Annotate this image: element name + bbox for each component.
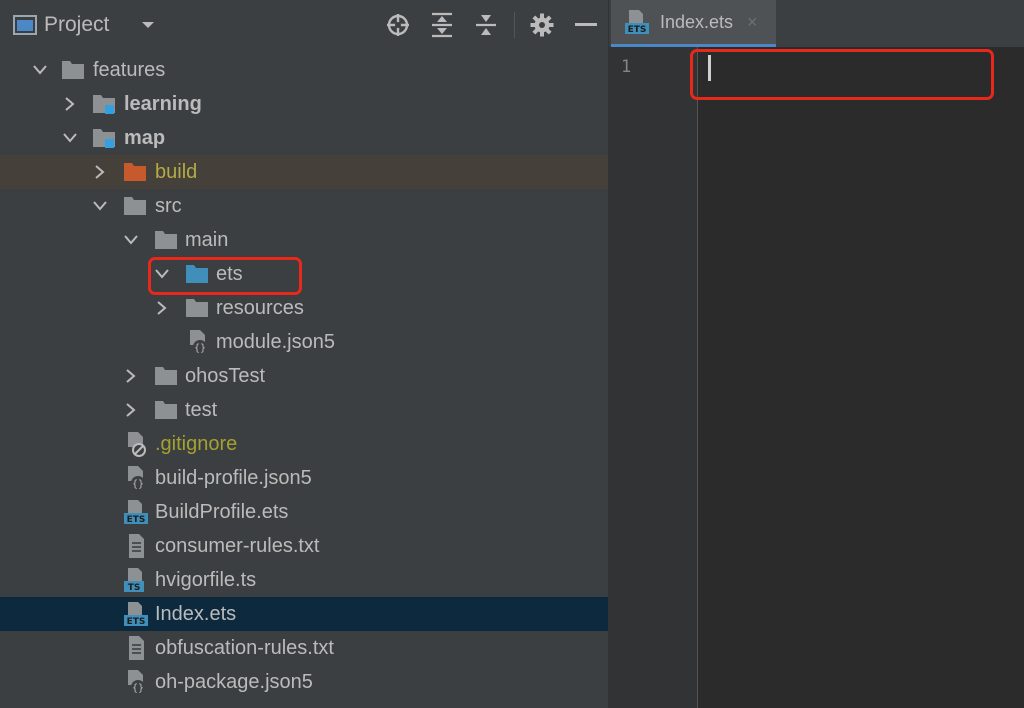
ets-file-icon: ETS <box>124 597 148 631</box>
tree-item-label: features <box>93 59 166 81</box>
svg-text:{}: {} <box>132 479 144 490</box>
line-number-gutter: 1 <box>609 47 698 708</box>
chevron-down-icon[interactable] <box>30 53 50 87</box>
ts-file-icon: TS <box>124 563 148 597</box>
svg-text:TS: TS <box>128 583 141 593</box>
project-panel: Project features learning map build src … <box>0 0 608 708</box>
tree-item-label: BuildProfile.ets <box>155 501 289 523</box>
tab-label: Index.ets <box>660 11 734 32</box>
tree-item-label: hvigorfile.ts <box>155 569 257 591</box>
tree-item-main[interactable]: main <box>0 223 608 257</box>
tab-index-ets[interactable]: ETS Index.ets × <box>611 0 776 47</box>
tree-item-features[interactable]: features <box>0 53 608 87</box>
project-window-icon <box>12 0 38 50</box>
chevron-right-icon[interactable] <box>90 155 110 189</box>
json-file-icon: {} <box>186 325 210 359</box>
json-file-icon: {} <box>124 461 148 495</box>
tree-item-label: .gitignore <box>155 433 238 455</box>
expand-all-icon[interactable] <box>428 0 456 50</box>
tree-item-label: build <box>155 161 198 183</box>
code-editor[interactable] <box>698 47 1024 708</box>
chevron-down-icon[interactable] <box>136 0 160 50</box>
tree-item-label: ohosTest <box>185 365 266 387</box>
editor-tab-bar: ETS Index.ets × <box>609 0 1024 47</box>
ignore-file-icon <box>124 427 148 461</box>
tree-item-gitignore[interactable]: .gitignore <box>0 427 608 461</box>
chevron-right-icon[interactable] <box>60 87 80 121</box>
excluded-folder-icon <box>123 155 147 189</box>
tree-item-label: main <box>185 229 229 251</box>
tree-item-module-json5[interactable]: {} module.json5 <box>0 325 608 359</box>
folder-icon <box>123 189 147 223</box>
folder-icon <box>185 291 209 325</box>
tree-item-build[interactable]: build <box>0 155 608 189</box>
svg-text:ETS: ETS <box>127 515 146 525</box>
tree-item-consumer-rules[interactable]: consumer-rules.txt <box>0 529 608 563</box>
chevron-down-icon[interactable] <box>60 121 80 155</box>
close-icon[interactable]: × <box>747 12 758 33</box>
project-view-title[interactable]: Project <box>44 0 109 50</box>
module-icon <box>92 87 116 121</box>
json-file-icon: {} <box>124 665 148 699</box>
ets-file-icon: ETS <box>625 8 649 36</box>
editor-pane: ETS Index.ets × 1 <box>608 0 1024 708</box>
gear-icon[interactable] <box>528 0 556 50</box>
tree-item-label: resources <box>216 297 304 319</box>
tree-item-label: test <box>185 399 218 421</box>
chevron-right-icon[interactable] <box>121 359 141 393</box>
project-tree: features learning map build src main ets… <box>0 53 608 699</box>
tree-item-label: src <box>155 195 182 217</box>
tree-item-hvigorfile-ts[interactable]: TS hvigorfile.ts <box>0 563 608 597</box>
tree-item-obfuscation-rules[interactable]: obfuscation-rules.txt <box>0 631 608 665</box>
tree-item-ets[interactable]: ets <box>0 257 608 291</box>
module-icon <box>92 121 116 155</box>
folder-icon <box>61 53 85 87</box>
tree-item-label: obfuscation-rules.txt <box>155 637 334 659</box>
tree-item-test[interactable]: test <box>0 393 608 427</box>
toolbar-divider <box>514 12 515 38</box>
folder-icon <box>154 223 178 257</box>
tree-item-oh-package-json5[interactable]: {} oh-package.json5 <box>0 665 608 699</box>
tree-item-ohostest[interactable]: ohosTest <box>0 359 608 393</box>
project-toolbar: Project <box>0 0 608 50</box>
tree-item-map[interactable]: map <box>0 121 608 155</box>
tree-item-label: Index.ets <box>155 603 237 625</box>
text-file-icon <box>124 631 148 665</box>
tree-item-buildprofile-ets[interactable]: ETS BuildProfile.ets <box>0 495 608 529</box>
minimize-icon[interactable] <box>572 0 600 50</box>
tree-item-learning[interactable]: learning <box>0 87 608 121</box>
tree-item-label: consumer-rules.txt <box>155 535 320 557</box>
text-file-icon <box>124 529 148 563</box>
chevron-down-icon[interactable] <box>90 189 110 223</box>
folder-icon <box>154 393 178 427</box>
highlight-box-editor-line <box>690 49 994 100</box>
svg-text:{}: {} <box>132 683 144 694</box>
line-number: 1 <box>621 57 632 77</box>
svg-text:{}: {} <box>194 343 206 354</box>
ets-file-icon: ETS <box>124 495 148 529</box>
highlight-box-ets-folder <box>148 257 302 295</box>
svg-text:ETS: ETS <box>127 617 146 627</box>
folder-icon <box>154 359 178 393</box>
tree-item-label: module.json5 <box>216 331 335 353</box>
tree-item-build-profile-json5[interactable]: {} build-profile.json5 <box>0 461 608 495</box>
chevron-down-icon[interactable] <box>121 223 141 257</box>
locate-icon[interactable] <box>384 0 412 50</box>
tree-item-src[interactable]: src <box>0 189 608 223</box>
tree-item-label: build-profile.json5 <box>155 467 312 489</box>
tree-item-resources[interactable]: resources <box>0 291 608 325</box>
chevron-right-icon[interactable] <box>152 291 172 325</box>
chevron-right-icon[interactable] <box>121 393 141 427</box>
ets-badge: ETS <box>628 25 647 35</box>
tree-item-label: learning <box>124 93 202 115</box>
collapse-all-icon[interactable] <box>472 0 500 50</box>
tree-item-index-ets[interactable]: ETS Index.ets <box>0 597 608 631</box>
tree-item-label: oh-package.json5 <box>155 671 313 693</box>
tree-item-label: map <box>124 127 166 149</box>
